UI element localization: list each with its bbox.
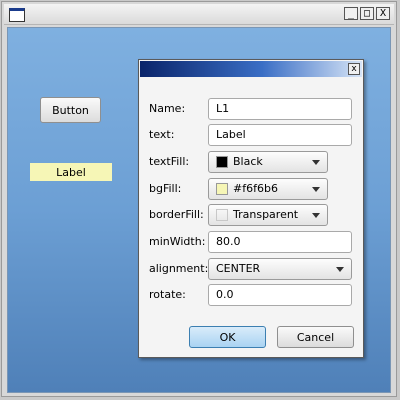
rotate-field[interactable]: 0.0	[208, 284, 352, 306]
textfill-swatch	[216, 156, 228, 168]
chevron-down-icon	[336, 267, 344, 272]
borderfill-label: borderFill:	[149, 208, 204, 221]
bgfill-swatch	[216, 183, 228, 195]
textfill-value: Black	[233, 155, 263, 168]
borderfill-dropdown[interactable]: Transparent	[208, 204, 328, 226]
textfill-label: textFill:	[149, 155, 190, 168]
alignment-value: CENTER	[216, 262, 261, 275]
bgfill-value: #f6f6b6	[233, 182, 278, 195]
borderfill-swatch	[216, 209, 228, 221]
text-field[interactable]: Label	[208, 124, 352, 146]
text-label: text:	[149, 128, 175, 141]
close-button[interactable]: X	[376, 7, 390, 20]
alignment-label: alignment:	[149, 262, 209, 275]
rotate-label: rotate:	[149, 288, 186, 301]
name-field[interactable]: L1	[208, 98, 352, 120]
sample-label[interactable]: Label	[30, 163, 112, 181]
minwidth-label: minWidth:	[149, 235, 206, 248]
sample-button[interactable]: Button	[40, 97, 101, 123]
app-icon	[9, 8, 25, 22]
minimize-button[interactable]: _	[344, 7, 358, 20]
properties-dialog: x Name: L1 text: Label textFill: Black b…	[138, 59, 364, 358]
borderfill-value: Transparent	[233, 208, 299, 221]
dialog-close-button[interactable]: x	[348, 63, 360, 75]
chevron-down-icon	[312, 213, 320, 218]
dialog-title-bar[interactable]: x	[140, 61, 362, 77]
window-title-bar[interactable]: _ □ X	[4, 4, 394, 25]
minwidth-field[interactable]: 80.0	[208, 231, 352, 253]
maximize-button[interactable]: □	[360, 7, 374, 20]
chevron-down-icon	[312, 160, 320, 165]
textfill-dropdown[interactable]: Black	[208, 151, 328, 173]
alignment-dropdown[interactable]: CENTER	[208, 258, 352, 280]
name-label: Name:	[149, 102, 186, 115]
bgfill-label: bgFill:	[149, 182, 182, 195]
bgfill-dropdown[interactable]: #f6f6b6	[208, 178, 328, 200]
chevron-down-icon	[312, 187, 320, 192]
cancel-button[interactable]: Cancel	[277, 326, 354, 348]
ok-button[interactable]: OK	[189, 326, 266, 348]
